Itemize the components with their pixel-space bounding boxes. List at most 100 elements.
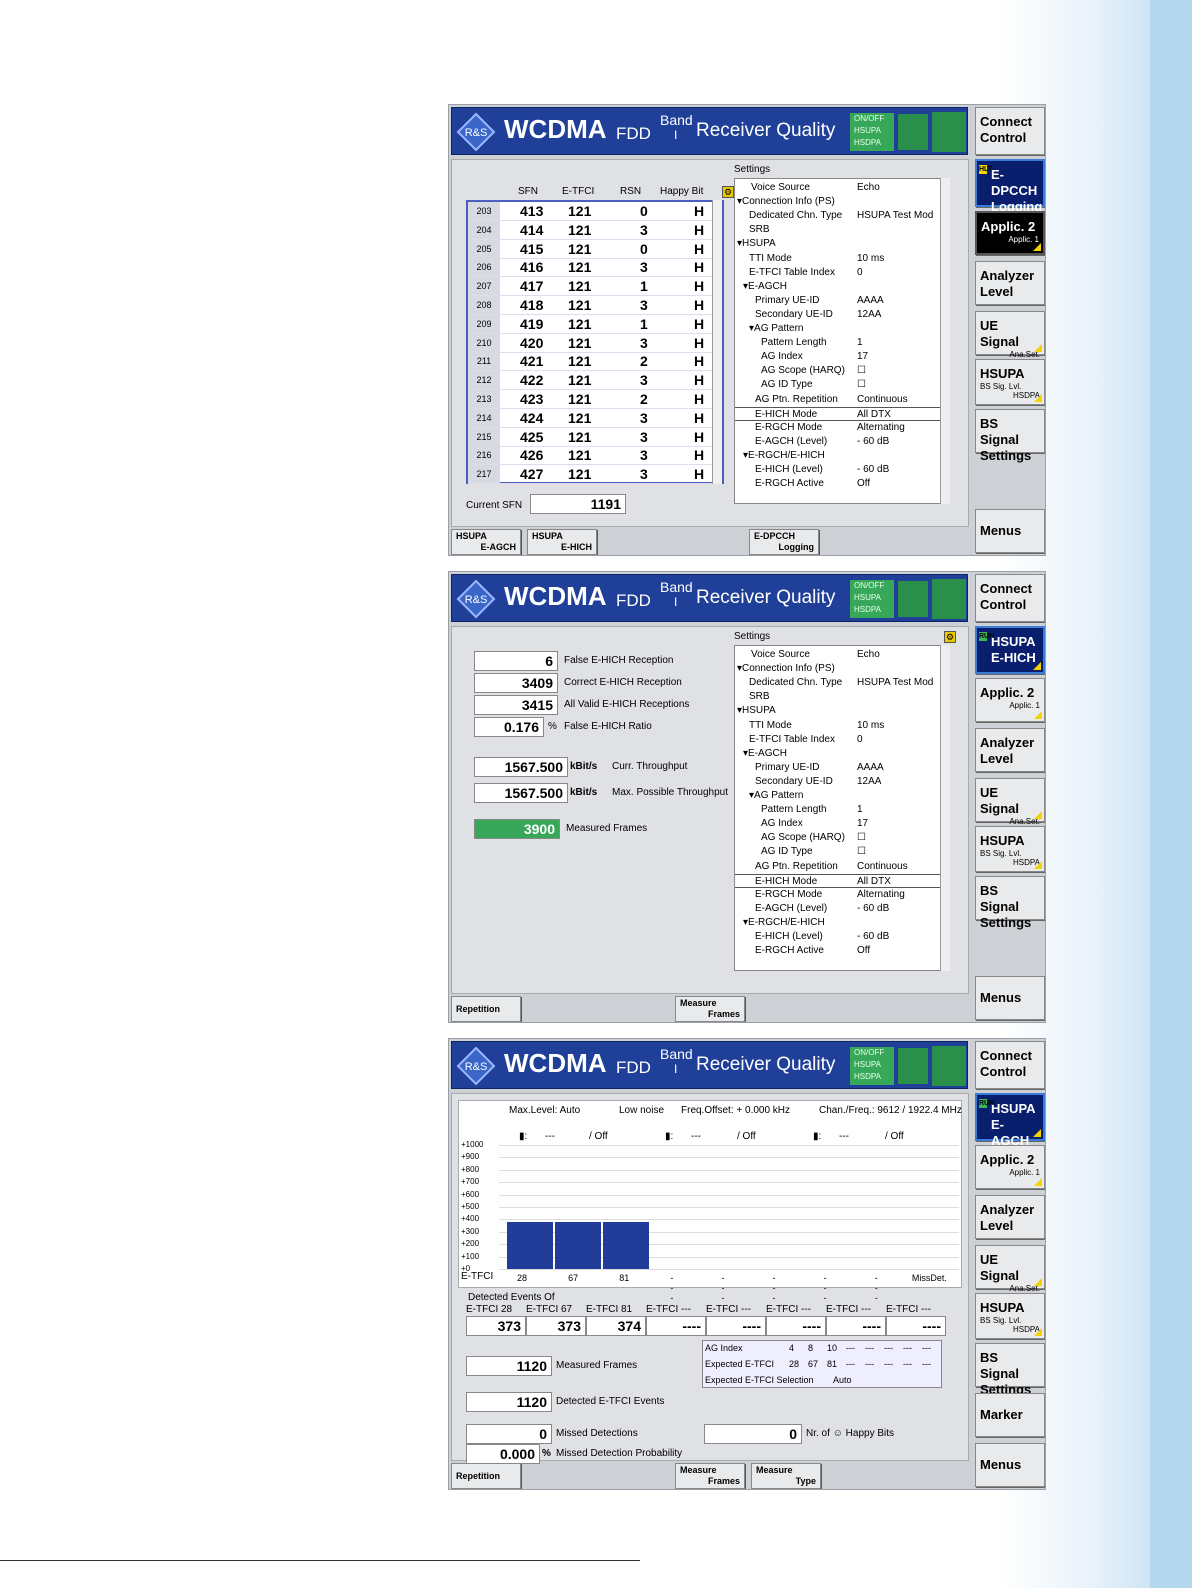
menus-softkey[interactable]: Menus <box>975 509 1045 553</box>
ue-signal-softkey[interactable]: UE Signal Ana.Set. <box>975 311 1045 359</box>
hsupa-eagch-softkey[interactable]: RUN HSUPA E-AGCH <box>975 1093 1045 1148</box>
measure-type-button[interactable]: Measure Type <box>751 1463 821 1489</box>
settings-list[interactable]: Voice Source Echo ▾Connection Info (PS) Ded… <box>734 178 944 504</box>
table-row[interactable]: 212 422 121 3 H <box>468 371 722 391</box>
settings-row[interactable]: Primary UE-ID AAAA <box>735 761 941 775</box>
settings-row[interactable]: Dedicated Chn. Type HSUPA Test Mod <box>735 676 941 690</box>
menus-softkey[interactable]: Menus <box>975 976 1045 1020</box>
hsupa-softkey[interactable]: HSUPA BS Sig. Lvl. HSDPA <box>975 1293 1045 1339</box>
settings-row[interactable]: Secondary UE-ID 12AA <box>735 775 941 789</box>
settings-row[interactable]: Primary UE-ID AAAA <box>735 294 941 308</box>
repetition-button[interactable]: Repetition <box>451 996 521 1022</box>
settings-row[interactable]: E-AGCH (Level) - 60 dB <box>735 902 941 916</box>
settings-gear-icon[interactable]: ⚙ <box>722 186 734 198</box>
hsupa-ehich-button[interactable]: HSUPA E-HICH <box>527 529 597 555</box>
connect-control-softkey[interactable]: Connect Control <box>975 1041 1045 1089</box>
connect-control-softkey[interactable]: Connect Control <box>975 574 1045 622</box>
ue-signal-softkey[interactable]: UE Signal Ana.Set. <box>975 1245 1045 1293</box>
table-row[interactable]: 216 426 121 3 H <box>468 446 722 466</box>
settings-row[interactable]: Secondary UE-ID 12AA <box>735 308 941 322</box>
applic-2-softkey[interactable]: Applic. 2 Applic. 1 <box>975 211 1045 255</box>
analyzer-level-softkey[interactable]: Analyzer Level <box>975 728 1045 772</box>
settings-row[interactable]: E-TFCI Table Index 0 <box>735 266 941 280</box>
settings-row[interactable]: E-HICH (Level) - 60 dB <box>735 930 941 944</box>
settings-row[interactable]: Voice Source Echo <box>735 648 941 662</box>
settings-row[interactable]: ▾HSUPA <box>735 237 941 251</box>
settings-row[interactable]: ▾Connection Info (PS) <box>735 662 941 676</box>
settings-row[interactable]: AG Scope (HARQ) ☐ <box>735 831 941 845</box>
settings-row[interactable]: TTI Mode 10 ms <box>735 252 941 266</box>
table-row[interactable]: 203 413 121 0 H <box>468 202 722 221</box>
settings-row[interactable]: ▾E-RGCH/E-HICH <box>735 449 941 463</box>
table-scrollbar[interactable] <box>712 200 722 484</box>
settings-gear-icon[interactable]: ⚙ <box>944 631 956 643</box>
settings-row[interactable]: AG Scope (HARQ) ☐ <box>735 364 941 378</box>
analyzer-level-softkey[interactable]: Analyzer Level <box>975 1195 1045 1239</box>
measure-frames-button[interactable]: Measure Frames <box>675 996 745 1022</box>
settings-row[interactable]: E-RGCH Active Off <box>735 944 941 958</box>
marker-3-icon[interactable]: ▮: <box>813 1131 821 1142</box>
settings-scrollbar[interactable] <box>940 178 950 504</box>
table-row[interactable]: 206 416 121 3 H <box>468 258 722 278</box>
settings-row[interactable]: AG Ptn. Repetition Continuous <box>735 393 941 407</box>
hsupa-eagch-button[interactable]: HSUPA E-AGCH <box>451 529 521 555</box>
table-row[interactable]: 213 423 121 2 H <box>468 390 722 409</box>
bs-signal-settings-softkey[interactable]: BS Signal Settings <box>975 1343 1045 1397</box>
table-row[interactable]: 215 425 121 3 H <box>468 427 722 447</box>
settings-row[interactable]: E-HICH Mode All DTX <box>735 873 941 888</box>
settings-row[interactable]: ▾E-RGCH/E-HICH <box>735 916 941 930</box>
table-row[interactable]: 217 427 121 3 H <box>468 465 722 485</box>
bs-signal-settings-softkey[interactable]: BS Signal Settings <box>975 876 1045 930</box>
settings-row[interactable]: E-RGCH Active Off <box>735 477 941 491</box>
settings-row[interactable]: E-AGCH (Level) - 60 dB <box>735 435 941 449</box>
marker-2-icon[interactable]: ▮: <box>665 1131 673 1142</box>
menus-softkey[interactable]: Menus <box>975 1443 1045 1487</box>
settings-row[interactable]: ▾HSUPA <box>735 704 941 718</box>
hsupa-softkey[interactable]: HSUPA BS Sig. Lvl. HSDPA <box>975 359 1045 405</box>
settings-row[interactable]: E-RGCH Mode Alternating <box>735 421 941 435</box>
settings-row[interactable]: E-TFCI Table Index 0 <box>735 733 941 747</box>
repetition-button[interactable]: Repetition <box>451 1463 521 1489</box>
table-row[interactable]: 211 421 121 2 H <box>468 352 722 372</box>
edpcch-logging-button[interactable]: E-DPCCH Logging <box>749 529 819 555</box>
edpcch-logging-softkey[interactable]: HLT E-DPCCH Logging <box>975 159 1045 214</box>
settings-row[interactable]: AG Index 17 <box>735 817 941 831</box>
settings-row[interactable]: AG ID Type ☐ <box>735 378 941 392</box>
settings-row[interactable]: ▾Connection Info (PS) <box>735 195 941 209</box>
hsupa-ehich-softkey[interactable]: RUN HSUPA E-HICH <box>975 626 1045 674</box>
settings-scrollbar[interactable] <box>940 645 950 971</box>
logging-table[interactable]: 203 413 121 0 H 204 414 121 3 H 205 415 121 0 H 206 416 1… <box>466 200 724 485</box>
analyzer-level-softkey[interactable]: Analyzer Level <box>975 261 1045 305</box>
settings-row[interactable]: Voice Source Echo <box>735 181 941 195</box>
connect-control-softkey[interactable]: Connect Control <box>975 107 1045 155</box>
settings-row[interactable]: TTI Mode 10 ms <box>735 719 941 733</box>
marker-softkey[interactable]: Marker <box>975 1393 1045 1437</box>
settings-row[interactable]: SRB <box>735 690 941 704</box>
applic-2-softkey[interactable]: Applic. 2 Applic. 1 <box>975 1145 1045 1189</box>
settings-row[interactable]: ▾AG Pattern <box>735 789 941 803</box>
table-row[interactable]: 214 424 121 3 H <box>468 408 722 428</box>
settings-row[interactable]: AG Index 17 <box>735 350 941 364</box>
bs-signal-settings-softkey[interactable]: BS Signal Settings <box>975 409 1045 463</box>
table-row[interactable]: 209 419 121 1 H <box>468 314 722 334</box>
applic-2-softkey[interactable]: Applic. 2 Applic. 1 <box>975 678 1045 722</box>
table-row[interactable]: 204 414 121 3 H <box>468 220 722 240</box>
settings-row[interactable]: AG Ptn. Repetition Continuous <box>735 860 941 874</box>
settings-row[interactable]: E-HICH Mode All DTX <box>735 406 941 421</box>
settings-row[interactable]: Pattern Length 1 <box>735 803 941 817</box>
ue-signal-softkey[interactable]: UE Signal Ana.Set. <box>975 778 1045 826</box>
settings-row[interactable]: ▾AG Pattern <box>735 322 941 336</box>
table-row[interactable]: 207 417 121 1 H <box>468 277 722 297</box>
settings-row[interactable]: E-RGCH Mode Alternating <box>735 888 941 902</box>
settings-list[interactable]: Voice Source Echo ▾Connection Info (PS) Ded… <box>734 645 944 971</box>
measure-frames-button[interactable]: Measure Frames <box>675 1463 745 1489</box>
table-row[interactable]: 208 418 121 3 H <box>468 296 722 315</box>
settings-row[interactable]: ▾E-AGCH <box>735 280 941 294</box>
table-row[interactable]: 210 420 121 3 H <box>468 333 722 353</box>
settings-row[interactable]: E-HICH (Level) - 60 dB <box>735 463 941 477</box>
settings-row[interactable]: Dedicated Chn. Type HSUPA Test Mod <box>735 209 941 223</box>
settings-row[interactable]: ▾E-AGCH <box>735 747 941 761</box>
settings-row[interactable]: AG ID Type ☐ <box>735 845 941 859</box>
hsupa-softkey[interactable]: HSUPA BS Sig. Lvl. HSDPA <box>975 826 1045 872</box>
settings-row[interactable]: SRB <box>735 223 941 237</box>
